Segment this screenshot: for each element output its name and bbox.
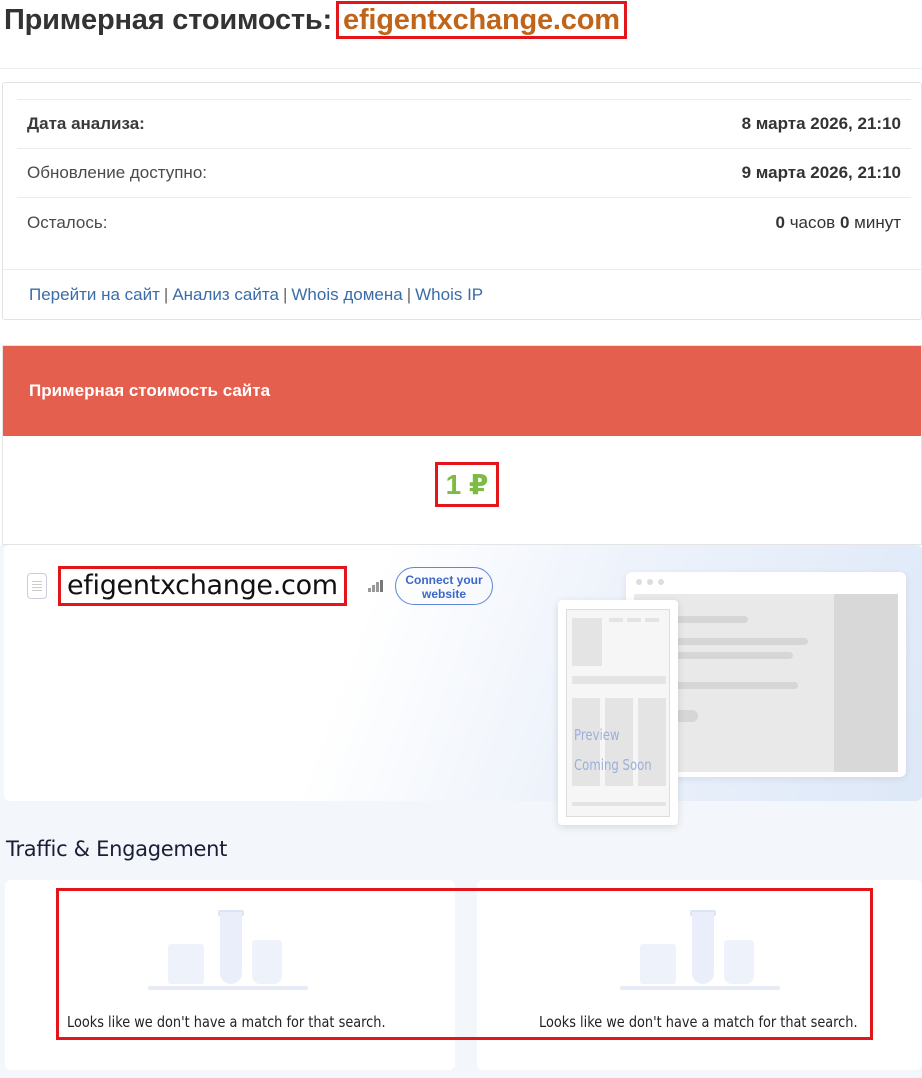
analysis-date-label: Дата анализа: bbox=[27, 114, 145, 133]
remaining-label: Осталось: bbox=[27, 212, 108, 232]
traffic-engagement-title: Traffic & Engagement bbox=[6, 837, 228, 861]
preview-coming-soon-text: Preview Coming Soon bbox=[574, 720, 652, 780]
title-prefix: Примерная стоимость: bbox=[4, 4, 333, 36]
analysis-info-table: Дата анализа: 8 марта 2026, 21:10 Обновл… bbox=[17, 99, 911, 247]
site-links: Перейти на сайт | Анализ сайта | Whois домен… bbox=[29, 285, 483, 305]
link-separator: | bbox=[282, 285, 288, 304]
link-whois-domain[interactable]: Whois домена bbox=[291, 285, 402, 304]
title-domain: efigentxchange.com bbox=[336, 1, 627, 39]
browser-dots bbox=[626, 572, 906, 592]
link-separator: | bbox=[406, 285, 412, 304]
analysis-info-card: Дата анализа: 8 марта 2026, 21:10 Обновл… bbox=[2, 82, 922, 320]
link-site-analysis[interactable]: Анализ сайта bbox=[172, 285, 279, 304]
analysis-date-value: 8 марта 2026, 21:10 bbox=[741, 114, 901, 133]
info-row-update-available: Обновление доступно: 9 марта 2026, 21:10 bbox=[17, 149, 911, 198]
remaining-minutes: 0 bbox=[839, 212, 850, 232]
favicon-placeholder-icon bbox=[27, 573, 47, 599]
mobile-preview-screen: Preview Coming Soon bbox=[566, 609, 670, 817]
remaining-minutes-unit: минут bbox=[854, 212, 901, 232]
connect-website-button[interactable]: Connect your website bbox=[395, 567, 493, 605]
mobile-preview-mockup: Preview Coming Soon bbox=[558, 600, 678, 825]
info-row-analysis-date: Дата анализа: 8 марта 2026, 21:10 bbox=[17, 100, 911, 149]
remaining-hours: 0 bbox=[775, 212, 785, 232]
divider bbox=[0, 68, 922, 69]
page-title: Примерная стоимость: efigentxchange.com bbox=[4, 1, 627, 39]
similarweb-domain: efigentxchange.com bbox=[58, 566, 347, 606]
preview-line-2: Coming Soon bbox=[574, 756, 652, 774]
no-match-message: Looks like we don't have a match for tha… bbox=[539, 1013, 858, 1031]
lab-illustration-icon bbox=[148, 910, 308, 990]
similarweb-header: efigentxchange.com Connect your website bbox=[4, 545, 922, 825]
link-go-to-site[interactable]: Перейти на сайт bbox=[29, 285, 160, 304]
site-value-heading: Примерная стоимость сайта bbox=[3, 346, 921, 436]
site-value-card: Примерная стоимость сайта 1 ₽ bbox=[2, 345, 922, 545]
update-available-label: Обновление доступно: bbox=[27, 163, 208, 182]
update-available-value: 9 марта 2026, 21:10 bbox=[741, 163, 901, 182]
similarweb-widget: efigentxchange.com Connect your website bbox=[0, 545, 922, 1078]
remaining-hours-unit: часов bbox=[789, 212, 836, 232]
engagement-empty-card: Looks like we don't have a match for tha… bbox=[477, 880, 922, 1070]
lab-illustration-icon bbox=[620, 910, 780, 990]
rank-bars-icon bbox=[368, 580, 384, 592]
links-divider bbox=[3, 269, 921, 270]
preview-line-1: Preview bbox=[574, 726, 620, 744]
site-value-amount: 1 ₽ bbox=[435, 462, 499, 507]
remaining-value: 0 часов 0 минут bbox=[776, 213, 902, 233]
link-separator: | bbox=[163, 285, 169, 304]
no-match-message: Looks like we don't have a match for tha… bbox=[67, 1013, 386, 1031]
info-row-remaining: Осталось: 0 часов 0 минут bbox=[17, 198, 911, 247]
link-whois-ip[interactable]: Whois IP bbox=[415, 285, 483, 304]
traffic-empty-card: Looks like we don't have a match for tha… bbox=[5, 880, 455, 1070]
